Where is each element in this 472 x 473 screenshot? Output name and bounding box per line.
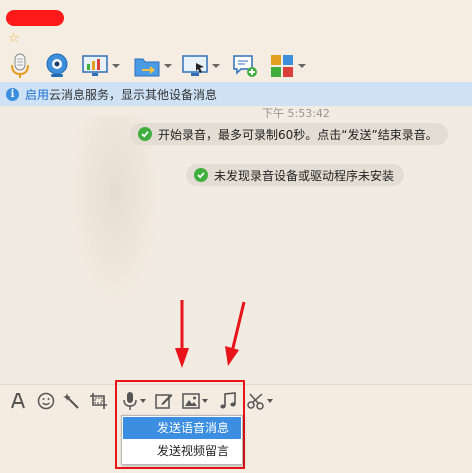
- annotation-arrow-icon: [225, 301, 246, 366]
- message-add-icon: [233, 55, 257, 77]
- voice-call-button[interactable]: [8, 52, 32, 80]
- remote-desktop-icon: [182, 55, 208, 76]
- voice-message-menu: 发送语音消息 发送视频留言: [121, 415, 243, 465]
- send-video-message-item[interactable]: 发送视频留言: [123, 440, 241, 462]
- video-call-button[interactable]: [44, 52, 70, 80]
- system-message: 未发现录音设备或驱动程序未安装: [186, 164, 405, 186]
- font-icon: [11, 393, 25, 409]
- screenshot-button[interactable]: [88, 389, 110, 413]
- chevron-down-icon[interactable]: [298, 64, 306, 68]
- remote-desktop-button[interactable]: [182, 52, 220, 80]
- cut-button[interactable]: [246, 389, 274, 413]
- info-icon: i: [6, 87, 19, 101]
- message-timestamp: 下午 5:53:42: [262, 107, 330, 120]
- emoji-button[interactable]: [36, 389, 56, 413]
- system-message-text: 开始录音，最多可录制60秒。点击“发送”结束录音。: [158, 127, 438, 142]
- cloud-message-info-bar: i 启用 云消息服务，显示其他设备消息: [0, 82, 472, 106]
- webcam-icon: [46, 53, 68, 77]
- magic-wand-icon: [63, 393, 79, 409]
- chevron-down-icon[interactable]: [267, 399, 273, 403]
- system-message: 开始录音，最多可录制60秒。点击“发送”结束录音。: [130, 123, 448, 145]
- chevron-down-icon[interactable]: [112, 64, 120, 68]
- check-icon: [194, 168, 208, 182]
- scissors-icon: [247, 393, 264, 410]
- new-message-button[interactable]: [232, 52, 258, 80]
- apps-button[interactable]: [270, 52, 306, 80]
- favorite-star-icon[interactable]: ☆: [8, 32, 20, 45]
- check-icon: [138, 127, 152, 141]
- enable-cloud-link[interactable]: 启用: [25, 86, 49, 103]
- magic-button[interactable]: [62, 389, 82, 413]
- system-message-text: 未发现录音设备或驱动程序未安装: [214, 168, 395, 183]
- chevron-down-icon[interactable]: [212, 64, 220, 68]
- send-voice-message-item[interactable]: 发送语音消息: [123, 417, 241, 439]
- info-bar-text: 云消息服务，显示其他设备消息: [49, 87, 218, 102]
- font-button[interactable]: [8, 389, 28, 413]
- screen-share-button[interactable]: [82, 52, 120, 80]
- file-transfer-button[interactable]: [134, 52, 172, 80]
- emoji-icon: [37, 392, 55, 410]
- screen-share-icon: [82, 55, 108, 76]
- chevron-down-icon[interactable]: [164, 64, 172, 68]
- annotation-arrow-icon: [175, 300, 189, 368]
- folder-transfer-icon: [134, 58, 160, 77]
- screenshot-icon: [90, 393, 107, 409]
- chat-window-header: ██████ ☆: [0, 0, 472, 82]
- contact-name-redacted: ██████: [6, 10, 64, 26]
- microphone-icon: [11, 53, 29, 78]
- apps-grid-icon: [271, 55, 293, 77]
